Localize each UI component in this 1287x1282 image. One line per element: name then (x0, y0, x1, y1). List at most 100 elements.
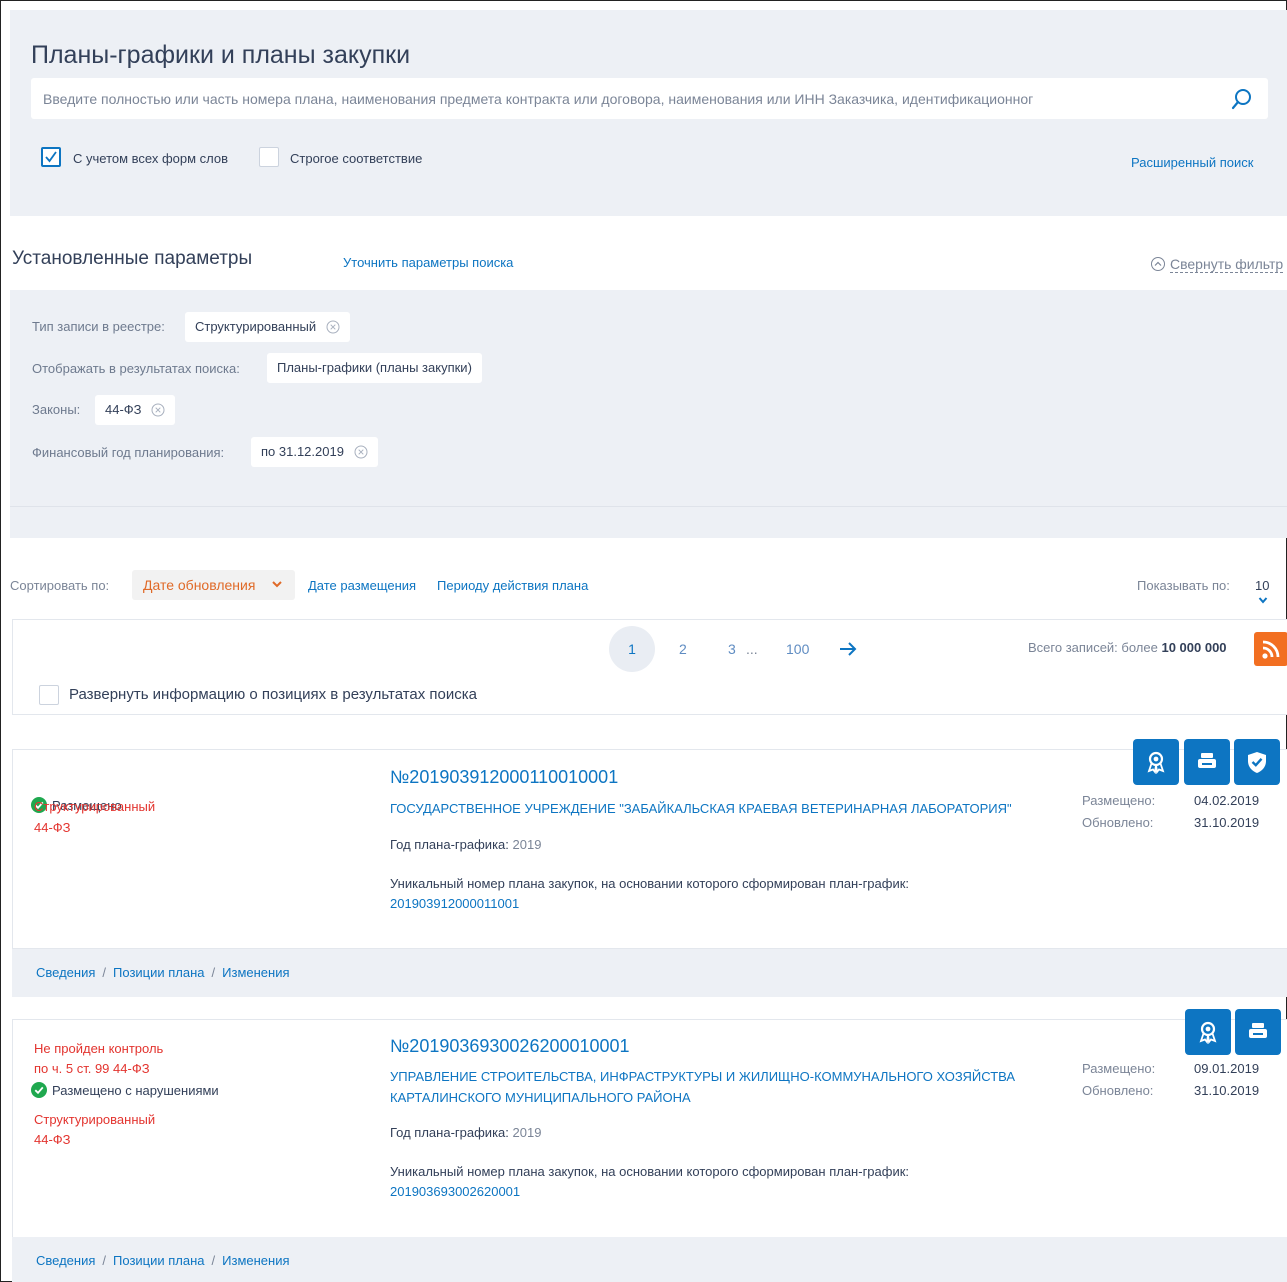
record-updated-date: 31.10.2019 (1194, 815, 1260, 830)
search-box (31, 78, 1268, 119)
details-link[interactable]: Сведения (36, 965, 95, 980)
expand-positions-checkbox[interactable] (39, 685, 59, 705)
plan-positions-link[interactable]: Позиции плана (113, 1253, 205, 1268)
param-label-laws: Законы: (32, 402, 81, 417)
page-title: Планы-графики и планы закупки (31, 41, 411, 69)
record-uid-link[interactable]: 201903912000011001 (390, 896, 519, 911)
word-forms-label: С учетом всех форм слов (73, 151, 229, 166)
record-links-bar: Сведения / Позиции плана / Изменения (12, 949, 1287, 997)
collapse-filter-button[interactable]: Свернуть фильтр (1150, 256, 1284, 273)
record-card (12, 749, 1287, 949)
search-icon[interactable] (1230, 87, 1254, 111)
chevron-down-icon (272, 581, 282, 588)
word-forms-checkbox[interactable] (41, 147, 61, 167)
collapse-filter-label: Свернуть фильтр (1170, 256, 1284, 273)
page-2[interactable]: 2 (679, 641, 687, 657)
page-size-value: 10 (1255, 578, 1270, 593)
record-type: Структурированный (34, 799, 156, 814)
plan-positions-link[interactable]: Позиции плана (113, 965, 205, 980)
param-chip-year: по 31.12.2019 (251, 437, 378, 467)
record-year: Год плана-графика: 2019 (390, 837, 541, 852)
rss-button[interactable] (1254, 632, 1287, 666)
sort-label: Сортировать по: (10, 578, 110, 593)
separator: / (102, 1253, 107, 1268)
sort-by-placed-link[interactable]: Дате размещения (308, 578, 416, 593)
total-records: Всего записей: более 10 000 000 (1028, 640, 1227, 655)
record-placed-label: Размещено: (1082, 1061, 1156, 1076)
chevron-down-icon (1258, 597, 1268, 604)
certificate-button[interactable] (1185, 1009, 1231, 1055)
record-law: 44-ФЗ (34, 1132, 71, 1147)
refine-params-link[interactable]: Уточнить параметры поиска (343, 255, 513, 270)
changes-link[interactable]: Изменения (222, 965, 289, 980)
changes-link[interactable]: Изменения (222, 1253, 289, 1268)
certificate-button[interactable] (1133, 739, 1179, 785)
record-year-label: Год плана-графика: (390, 1125, 509, 1140)
strict-match-label: Строгое соответствие (290, 151, 423, 166)
page-current[interactable]: 1 (609, 626, 655, 672)
print-icon (1198, 753, 1216, 768)
remove-icon[interactable] (151, 403, 165, 417)
award-icon (1147, 751, 1165, 774)
param-value-laws: 44-ФЗ (105, 402, 142, 417)
advanced-search-link[interactable]: Расширенный поиск (1131, 155, 1253, 170)
print-button[interactable] (1235, 1009, 1281, 1055)
param-value-year: по 31.12.2019 (261, 444, 344, 459)
record-updated-date: 31.10.2019 (1194, 1083, 1260, 1098)
arrow-right-icon[interactable] (838, 639, 858, 659)
record-type: Структурированный (34, 1112, 156, 1127)
record-links-bar: Сведения / Позиции плана / Изменения (12, 1237, 1287, 1282)
remove-icon[interactable] (354, 445, 368, 459)
page-100[interactable]: 100 (786, 641, 809, 657)
record-year-value: 2019 (512, 1125, 542, 1140)
record-uid-link[interactable]: 201903693002620001 (390, 1184, 520, 1199)
rss-icon (1262, 640, 1280, 659)
strict-match-checkbox[interactable] (259, 147, 279, 167)
details-link[interactable]: Сведения (36, 1253, 95, 1268)
signature-button[interactable] (1234, 739, 1280, 785)
expand-positions-label: Развернуть информацию о позициях в резул… (69, 686, 478, 703)
total-value: 10 000 000 (1161, 640, 1227, 655)
param-chip-laws: 44-ФЗ (95, 395, 176, 425)
params-title: Установленные параметры (12, 248, 253, 269)
record-org-link[interactable]: ГОСУДАРСТВЕННОЕ УЧРЕЖДЕНИЕ "ЗАБАЙКАЛЬСКА… (390, 798, 1012, 819)
record-updated-label: Обновлено: (1082, 815, 1154, 830)
param-chip-display: Планы-графики (планы закупки) (267, 353, 482, 383)
record-number-link[interactable]: №2019036930026200010001 (390, 1036, 630, 1057)
print-icon (1249, 1023, 1267, 1038)
sort-active-label: Дате обновления (143, 577, 256, 593)
param-chip-record-type: Структурированный (185, 312, 350, 342)
sort-active-dropdown[interactable]: Дате обновления (132, 570, 295, 600)
record-number-link[interactable]: №201903912000110010001 (390, 767, 618, 788)
record-placed-date: 09.01.2019 (1194, 1061, 1260, 1076)
sort-by-period-link[interactable]: Периоду действия плана (437, 578, 588, 593)
record-placed-date: 04.02.2019 (1194, 793, 1260, 808)
param-value-record-type: Структурированный (195, 319, 317, 334)
checkmark-icon (45, 151, 57, 163)
page-ellipsis: ... (746, 641, 758, 657)
page-3[interactable]: 3 (728, 641, 736, 657)
separator: / (211, 1253, 216, 1268)
remove-icon[interactable] (326, 320, 340, 334)
award-icon (1199, 1021, 1217, 1044)
record-org-line: КАРТАЛИНСКОГО МУНИЦИПАЛЬНОГО РАЙОНА (390, 1090, 691, 1105)
record-year: Год плана-графика: 2019 (390, 1125, 541, 1140)
chevron-up-icon (1151, 256, 1165, 271)
record-status-label: Размещено с нарушениями (52, 1083, 219, 1098)
param-label-year: Финансовый год планирования: (32, 445, 225, 460)
record-updated-label: Обновлено: (1082, 1083, 1154, 1098)
param-value-display: Планы-графики (планы закупки) (277, 360, 472, 375)
control-reason: по ч. 5 ст. 99 44-ФЗ (34, 1061, 150, 1076)
check-circle-icon (31, 1082, 47, 1099)
record-placed-label: Размещено: (1082, 793, 1156, 808)
shield-check-icon (1248, 752, 1266, 773)
search-input[interactable] (43, 78, 1213, 119)
record-uid-label: Уникальный номер плана закупок, на основ… (390, 876, 910, 891)
param-label-display: Отображать в результатах поиска: (32, 361, 240, 376)
separator: / (102, 965, 107, 980)
page-size-select[interactable]: 10 (1255, 578, 1286, 608)
print-button[interactable] (1184, 739, 1230, 785)
control-status: Не пройден контроль (34, 1041, 164, 1056)
separator-band (10, 506, 1287, 538)
record-org-link[interactable]: УПРАВЛЕНИЕ СТРОИТЕЛЬСТВА, ИНФРАСТРУКТУРЫ… (390, 1066, 1015, 1108)
